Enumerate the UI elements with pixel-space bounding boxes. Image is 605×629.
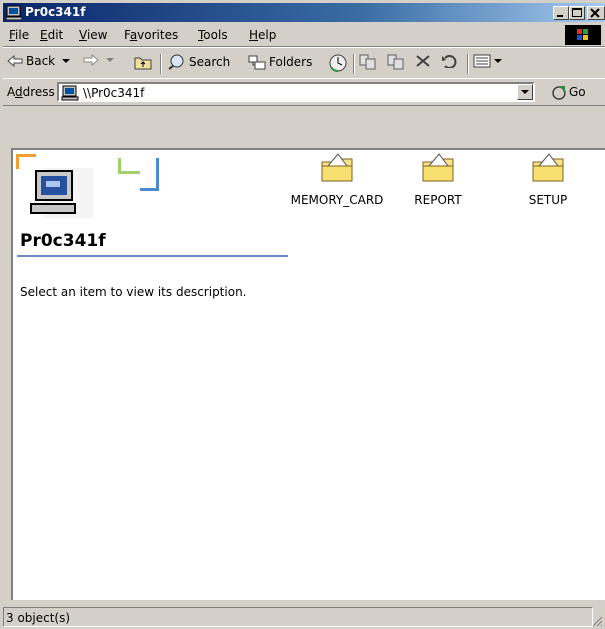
status-bar: 3 object(s) <box>3 604 605 629</box>
up-folder-button[interactable] <box>134 54 152 70</box>
folders-button[interactable]: Folders <box>248 54 312 70</box>
menu-tools[interactable]: Tools <box>198 28 228 42</box>
explorer-window: Pr0c341f File Edit View Favorites Tools … <box>0 0 605 629</box>
minimize-icon <box>557 15 563 17</box>
windows-logo-icon <box>565 25 601 45</box>
address-label: Address <box>7 85 55 99</box>
chevron-down-icon <box>106 58 114 62</box>
folder-label: SETUP <box>528 193 568 207</box>
chevron-down-icon <box>521 90 529 94</box>
copy-to-button[interactable] <box>387 54 405 70</box>
address-input[interactable]: \\Pr0c341f <box>57 82 535 102</box>
window-title: Pr0c341f <box>25 5 86 19</box>
folder-item-setup[interactable]: SETUP <box>498 150 598 208</box>
computer-icon <box>61 85 79 101</box>
description-text: Select an item to view its description. <box>20 285 247 299</box>
copy-to-icon <box>387 54 404 70</box>
content-pane[interactable]: Pr0c341f Select an item to view its desc… <box>11 148 605 600</box>
menu-favorites[interactable]: Favorites <box>124 28 178 42</box>
title-bar[interactable]: Pr0c341f <box>3 3 605 22</box>
history-button[interactable] <box>329 54 347 72</box>
folder-label: MEMORY_CARD <box>290 193 384 207</box>
menu-help[interactable]: Help <box>249 28 276 42</box>
close-icon <box>590 8 600 18</box>
maximize-icon <box>572 8 582 17</box>
folder-label: REPORT <box>414 193 462 207</box>
menu-bar: File Edit View Favorites Tools Help <box>3 24 605 47</box>
close-button[interactable] <box>587 6 605 20</box>
move-to-button[interactable] <box>359 54 377 70</box>
computer-icon <box>6 5 22 20</box>
standard-toolbar: Back Search Folders <box>3 47 605 79</box>
menu-edit[interactable]: Edit <box>40 28 63 42</box>
folder-item-report[interactable]: REPORT <box>388 150 488 208</box>
status-cell: 3 object(s) <box>3 607 593 627</box>
delete-icon <box>416 55 430 67</box>
folder-icon <box>321 153 353 182</box>
undo-icon <box>442 55 457 68</box>
folders-icon <box>248 55 266 70</box>
menu-file[interactable]: File <box>9 28 29 42</box>
views-icon <box>473 54 491 68</box>
history-icon <box>329 54 347 72</box>
search-icon <box>168 54 184 70</box>
search-button[interactable]: Search <box>168 54 230 70</box>
forward-button[interactable] <box>83 54 114 66</box>
delete-button[interactable] <box>415 54 431 68</box>
back-button[interactable]: Back <box>7 54 71 68</box>
minimize-button[interactable] <box>553 6 569 20</box>
folder-item-memory-card[interactable]: MEMORY_CARD <box>287 150 387 208</box>
forward-arrow-icon <box>83 54 99 66</box>
address-dropdown-button[interactable] <box>517 84 533 100</box>
address-bar: Address \\Pr0c341f Go <box>3 78 605 106</box>
resize-grip-icon[interactable] <box>591 615 603 627</box>
address-value: \\Pr0c341f <box>83 86 145 100</box>
views-button[interactable] <box>473 54 502 68</box>
chevron-down-icon <box>62 59 71 63</box>
undo-button[interactable] <box>441 54 459 68</box>
maximize-button[interactable] <box>569 6 585 20</box>
up-folder-icon <box>134 57 152 70</box>
back-arrow-icon <box>7 55 23 67</box>
chevron-down-icon <box>494 59 502 63</box>
move-to-icon <box>359 54 376 70</box>
menu-view[interactable]: View <box>79 28 107 42</box>
folder-title: Pr0c341f <box>20 231 106 251</box>
folder-icon <box>532 153 564 182</box>
go-button[interactable]: Go <box>551 84 586 100</box>
title-underline <box>17 255 288 257</box>
folder-icon <box>422 153 454 182</box>
status-text: 3 object(s) <box>6 611 71 625</box>
go-arrow-icon <box>552 86 566 100</box>
